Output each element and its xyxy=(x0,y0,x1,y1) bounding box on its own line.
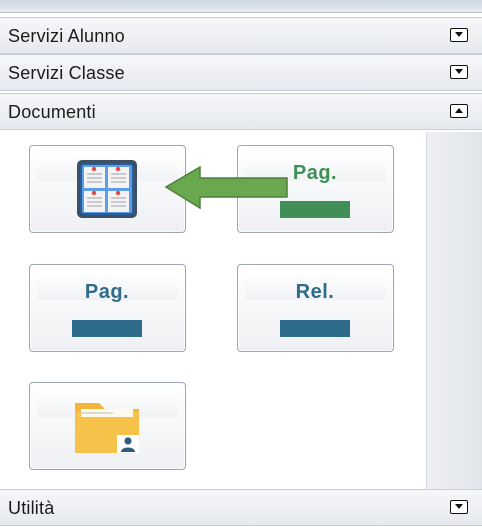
documenti-panel: Pag. Pag. Rel. xyxy=(0,132,482,489)
page-green-icon: Pag. xyxy=(277,158,353,220)
tile-label: Rel. xyxy=(295,281,335,303)
top-border xyxy=(0,0,482,13)
tile-rel-blue[interactable]: Rel. xyxy=(237,264,394,352)
tile-label: Pag. xyxy=(292,162,338,184)
tile-bulletin-board[interactable] xyxy=(29,145,186,233)
accordion-header-servizi-classe[interactable]: Servizi Classe xyxy=(0,54,482,91)
accordion-header-utilita[interactable]: Utilità xyxy=(0,489,482,526)
accordion-title: Servizi Classe xyxy=(8,63,125,83)
accordion-header-servizi-alunno[interactable]: Servizi Alunno xyxy=(0,17,482,54)
bulletin-board-icon xyxy=(77,160,137,218)
page-blue-icon: Pag. xyxy=(69,277,145,339)
tile-color-bar xyxy=(280,201,350,218)
accordion-title: Documenti xyxy=(8,102,96,122)
tile-folder-user[interactable] xyxy=(29,382,186,470)
accordion-header-documenti[interactable]: Documenti xyxy=(0,93,482,130)
chevron-up-icon[interactable] xyxy=(450,104,468,118)
tile-color-bar xyxy=(280,320,350,337)
tile-label: Pag. xyxy=(84,281,130,303)
tile-pag-green[interactable]: Pag. xyxy=(237,145,394,233)
folder-user-icon xyxy=(75,403,139,453)
report-blue-icon: Rel. xyxy=(277,277,353,339)
tile-color-bar xyxy=(72,320,142,337)
tile-pag-blue[interactable]: Pag. xyxy=(29,264,186,352)
chevron-down-icon[interactable] xyxy=(450,500,468,514)
panel-scrollbar[interactable] xyxy=(426,132,482,489)
chevron-down-icon[interactable] xyxy=(450,28,468,42)
accordion-title: Utilità xyxy=(8,498,55,518)
chevron-down-icon[interactable] xyxy=(450,65,468,79)
app-frame: Servizi Alunno Servizi Classe Documenti xyxy=(0,0,482,527)
accordion-title: Servizi Alunno xyxy=(8,26,125,46)
